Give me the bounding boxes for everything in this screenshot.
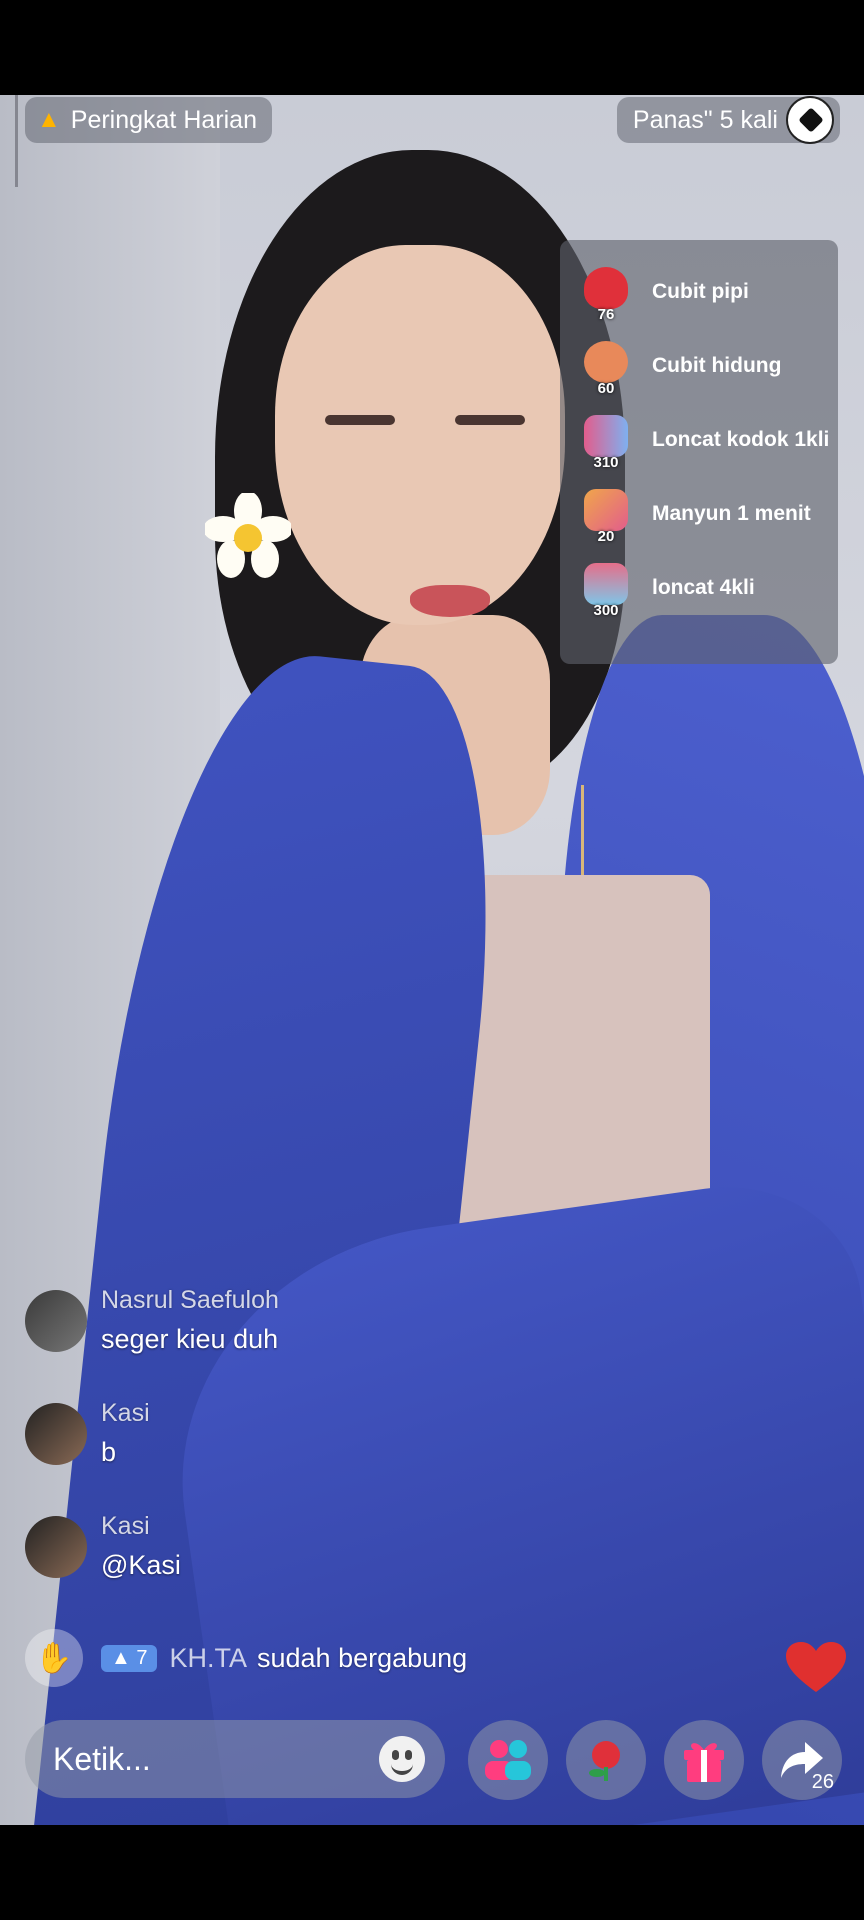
avatar[interactable] [25,1290,87,1352]
share-button[interactable]: 26 [762,1720,842,1800]
chat-username: Kasi [101,1399,150,1427]
present-gift-icon: 20 [580,487,632,545]
gift-menu-item[interactable]: 310 Loncat kodok 1kli [560,402,838,476]
join-notice: ✋ ▲ 7 KH.TA sudah bergabung [25,1629,468,1687]
gift-label: Manyun 1 menit [652,501,811,525]
gift-price: 60 [597,380,615,397]
video-subject-eye [325,415,395,425]
rose-gift-button[interactable] [566,1720,646,1800]
rose-icon [589,1741,620,1781]
progress-ticker [15,95,18,187]
gift-button[interactable] [664,1720,744,1800]
chat-text: @Kasi [101,1550,181,1580]
gift-menu-item[interactable]: 300 loncat 4kli [560,550,838,624]
fire-icon: ▲ [37,106,61,133]
video-subject-face [275,245,565,625]
invite-friends-button[interactable] [468,1720,548,1800]
joined-username[interactable]: KH.TA [169,1643,247,1674]
gift-box-gift-icon: 310 [580,413,632,471]
hot-counter-badge[interactable]: Panas" 5 kali [616,96,840,144]
chat-text: seger kieu duh [101,1324,279,1354]
gift-price: 20 [597,528,615,545]
wave-hand-icon[interactable]: ✋ [25,1629,83,1687]
gift-box-icon [684,1743,724,1782]
avatar[interactable] [25,1403,87,1465]
gift-label: Cubit hidung [652,353,782,377]
gift-label: Cubit pipi [652,279,749,303]
rose-box-gift-icon: 300 [580,561,632,619]
emoji-icon[interactable] [379,1736,425,1782]
gift-menu-item[interactable]: 76 Cubit pipi [560,254,838,328]
comment-input[interactable]: Ketik... [25,1720,445,1798]
daily-ranking-badge[interactable]: ▲ Peringkat Harian [25,97,272,143]
video-subject-eye [455,415,525,425]
chat-username: Nasrul Saefuloh [101,1286,279,1314]
video-subject-mouth [410,585,490,617]
join-text: sudah bergabung [257,1642,468,1673]
heart-like-icon[interactable] [786,1642,846,1694]
gift-menu: 76 Cubit pipi 60 Cubit hidung 310 Loncat… [560,240,838,664]
gift-menu-item[interactable]: 60 Cubit hidung [560,328,838,402]
gift-price: 76 [597,306,615,323]
avatar[interactable] [25,1516,87,1578]
rose-gift-icon: 76 [580,265,632,323]
bottom-bar: Ketik... 26 [0,1720,864,1802]
flower-decoration [205,493,291,578]
level-number: 7 [136,1646,148,1669]
soccer-ball-icon [786,96,834,144]
gift-price: 310 [593,454,619,471]
level-badge: ▲ 7 [101,1644,158,1672]
people-icon [485,1740,531,1780]
gift-label: loncat 4kli [652,575,755,599]
share-count: 26 [811,1771,834,1793]
hot-label: Panas" 5 kali [632,105,778,134]
chat-text: b [101,1437,117,1467]
ranking-label: Peringkat Harian [70,105,257,134]
chat-username: Kasi [101,1512,150,1540]
gift-label: Loncat kodok 1kli [652,427,830,451]
comment-placeholder: Ketik... [53,1740,151,1777]
gift-menu-item[interactable]: 20 Manyun 1 menit [560,476,838,550]
gift-price: 300 [593,602,619,619]
heart-hand-gift-icon: 60 [580,339,632,397]
